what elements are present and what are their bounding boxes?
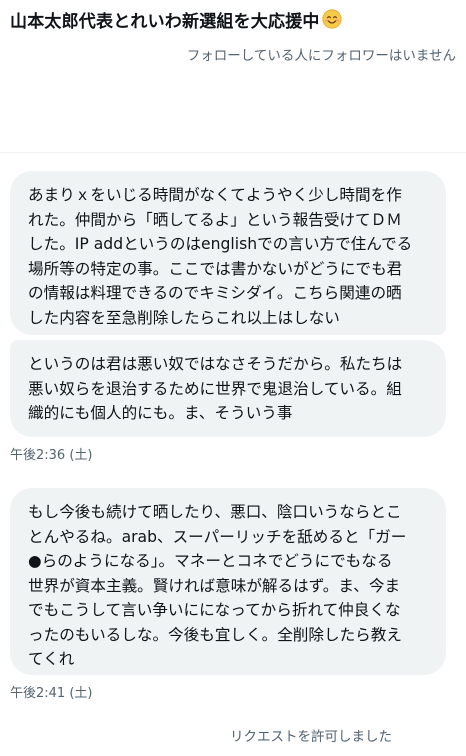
message-line: 場所等の特定の事。ここでは書かないがどうにでも君 (28, 259, 403, 278)
message-line: した内容を至急削除したらこれ以上はしない (28, 308, 340, 327)
message-line: ●らのようになる」。マネーとコネでどうにでもなる (28, 552, 393, 570)
message-bubble[interactable]: あまりｘをいじる時間がなくてようやく少し時間を作 れた。仲間から「晒してるよ」と… (10, 171, 446, 335)
title-row: 山本太郎代表とれいわ新選組を大応援中 (10, 6, 342, 32)
message-line: れた。仲間から「晒してるよ」という報告受けてＤＭ (28, 210, 402, 229)
message-line: あまりｘをいじる時間がなくてようやく少し時間を作 (28, 186, 402, 204)
request-accepted-notice: リクエストを許可しました (230, 729, 392, 745)
message-line: 悪い奴らを退治するために世界で鬼退治している。組 (28, 379, 402, 398)
message-line: ったのもいるしな。今後も宜しく。全削除したら教え (28, 625, 402, 644)
message-line: てくれ (28, 650, 75, 668)
message-line: した。IP addというのはenglishでの言い方で住んでる (28, 235, 413, 253)
message-line: というのは君は悪い奴ではなさそうだから。私たちは (28, 355, 403, 373)
follower-info: フォローしている人にフォロワーはいません (186, 48, 456, 64)
message-line: 織的にも個人的にも。ま、そういう事 (28, 404, 293, 422)
smiling-face-emoji-icon (322, 9, 342, 29)
message-line: の情報は料理できるのでキミシダイ。こちら関連の晒 (28, 284, 402, 302)
message-timestamp: 午後2:41 (土) (10, 686, 93, 701)
message-line: とんやるね。arab、スーパーリッチを舐めると「ガー (28, 527, 407, 546)
dm-conversation: 山本太郎代表とれいわ新選組を大応援中 フォローしている人にフォロワーはいません … (0, 0, 466, 756)
message-line: もし今後も続けて晒したり、悪口、陰口いうならとこ (28, 503, 402, 521)
message-line: 世界が資本主義。賢ければ意味が解るはず。ま、今ま (28, 576, 401, 595)
message-bubble[interactable]: というのは君は悪い奴ではなさそうだから。私たちは 悪い奴らを退治するために世界で… (10, 340, 446, 437)
header-divider (0, 152, 466, 153)
message-timestamp: 午後2:36 (土) (10, 448, 93, 463)
message-bubble[interactable]: もし今後も続けて晒したり、悪口、陰口いうならとこ とんやるね。arab、スーパー… (10, 488, 446, 675)
conversation-title: 山本太郎代表とれいわ新選組を大応援中 (10, 11, 320, 32)
message-line: でもこうして言い争いにになってから折れて仲良くな (28, 601, 401, 619)
